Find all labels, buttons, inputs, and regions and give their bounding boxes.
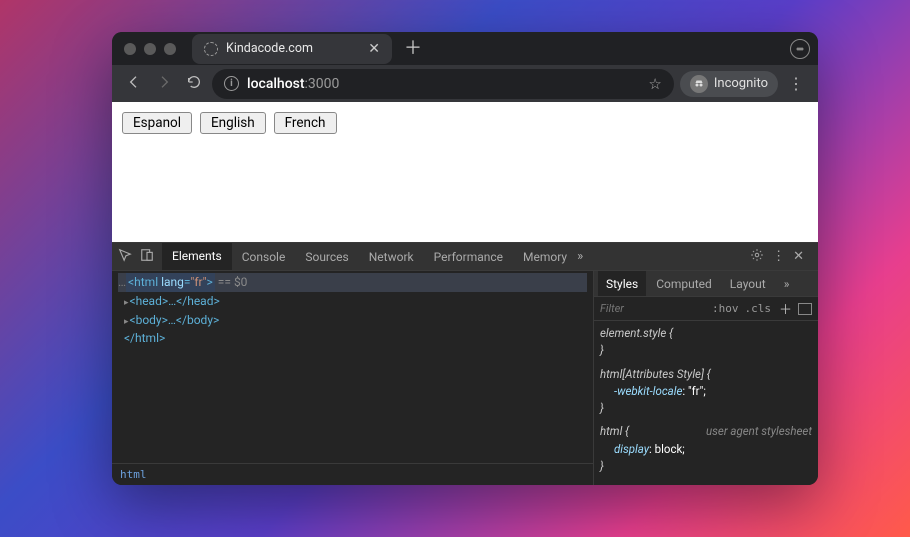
tab-console[interactable]: Console (232, 243, 296, 270)
window-controls (120, 43, 182, 55)
subtab-computed[interactable]: Computed (648, 271, 720, 296)
cls-toggle[interactable]: .cls (744, 302, 771, 315)
minimize-window-icon[interactable] (144, 43, 156, 55)
devtools-tabs: Elements Console Sources Network Perform… (112, 243, 818, 271)
url-text: localhost:3000 (247, 76, 339, 92)
tab-overflow-icon[interactable] (790, 39, 810, 59)
tab-performance[interactable]: Performance (424, 243, 513, 270)
english-button[interactable]: English (200, 112, 266, 134)
new-tab-button[interactable]: ＋ (404, 40, 422, 58)
device-toolbar-icon[interactable] (140, 248, 154, 266)
browser-tab[interactable]: Kindacode.com ✕ (192, 34, 392, 64)
subtab-styles[interactable]: Styles (598, 271, 646, 296)
maximize-window-icon[interactable] (164, 43, 176, 55)
tab-elements[interactable]: Elements (162, 243, 232, 270)
close-window-icon[interactable] (124, 43, 136, 55)
french-button[interactable]: French (274, 112, 337, 134)
styles-sidebar: Styles Computed Layout » :hov .cls ＋ ele… (593, 271, 818, 485)
styles-subtabs: Styles Computed Layout » (594, 271, 818, 297)
incognito-label: Incognito (714, 76, 768, 91)
styles-rules[interactable]: element.style { } html[Attributes Style]… (594, 321, 818, 485)
styles-filter-input[interactable] (600, 302, 655, 315)
arrow-left-icon (126, 74, 142, 90)
tab-network[interactable]: Network (359, 243, 424, 270)
toolbar: i localhost:3000 ☆ Incognito ⋮ (112, 65, 818, 102)
address-bar[interactable]: i localhost:3000 ☆ (212, 69, 674, 99)
hov-toggle[interactable]: :hov (712, 302, 739, 315)
incognito-chip[interactable]: Incognito (680, 71, 778, 97)
bookmark-star-icon[interactable]: ☆ (648, 75, 661, 93)
devtools-panel: Elements Console Sources Network Perform… (112, 242, 818, 485)
more-subtabs-icon[interactable]: » (776, 271, 798, 296)
favicon-icon (204, 42, 218, 56)
devtools-close-icon[interactable]: ✕ (793, 249, 804, 264)
reload-icon (186, 74, 202, 90)
tab-memory[interactable]: Memory (513, 243, 577, 270)
browser-window: Kindacode.com ✕ ＋ i localhost:3000 ☆ Inc… (112, 32, 818, 485)
site-info-icon[interactable]: i (224, 76, 239, 91)
box-model-toggle-icon[interactable] (798, 303, 812, 315)
close-tab-icon[interactable]: ✕ (368, 41, 380, 57)
devtools-body: …<html lang="fr"> == $0 ▸<head>…</head> … (112, 271, 818, 485)
espanol-button[interactable]: Espanol (122, 112, 192, 134)
devtools-menu-icon[interactable]: ⋮ (772, 249, 785, 264)
reload-button[interactable] (182, 74, 206, 94)
more-tabs-icon[interactable]: » (577, 249, 583, 264)
inspect-element-icon[interactable] (118, 248, 132, 266)
tab-title: Kindacode.com (226, 41, 313, 56)
tab-sources[interactable]: Sources (295, 243, 358, 270)
forward-button[interactable] (152, 74, 176, 94)
incognito-icon (690, 75, 708, 93)
settings-gear-icon[interactable] (750, 248, 764, 266)
back-button[interactable] (122, 74, 146, 94)
breadcrumb[interactable]: html (112, 463, 593, 485)
styles-filter-row: :hov .cls ＋ (594, 297, 818, 321)
arrow-right-icon (156, 74, 172, 90)
subtab-layout[interactable]: Layout (722, 271, 774, 296)
elements-tree-pane: …<html lang="fr"> == $0 ▸<head>…</head> … (112, 271, 593, 485)
dom-tree[interactable]: …<html lang="fr"> == $0 ▸<head>…</head> … (112, 271, 593, 463)
new-style-rule-icon[interactable]: ＋ (779, 299, 792, 318)
tab-strip: Kindacode.com ✕ ＋ (112, 32, 818, 65)
page-content: Espanol English French (112, 102, 818, 242)
browser-menu-button[interactable]: ⋮ (784, 74, 808, 93)
